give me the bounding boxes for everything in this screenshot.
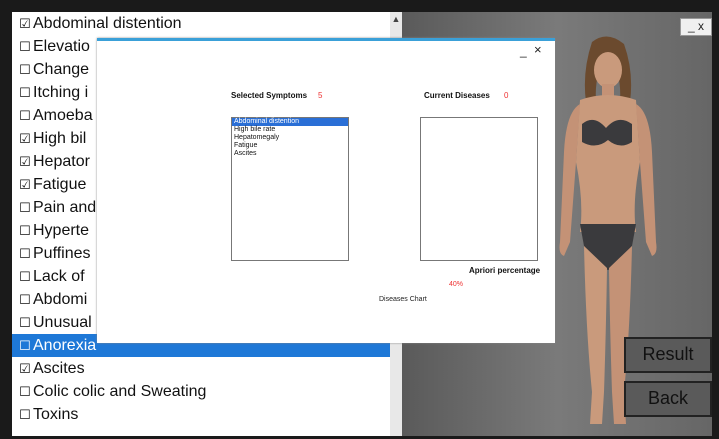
symptom-label: Itching i (33, 84, 89, 101)
checkbox-icon[interactable]: ☐ (19, 380, 31, 403)
checkbox-icon[interactable]: ☐ (19, 403, 31, 426)
symptom-label: High bil (33, 130, 87, 147)
minimize-button[interactable]: _ (520, 44, 527, 58)
symptom-label: Puffines (33, 245, 91, 262)
symptom-label: Change (33, 61, 90, 78)
back-button[interactable]: Back (624, 381, 712, 417)
diseases-count: 0 (504, 91, 509, 100)
selected-symptom-item[interactable]: Ascites (232, 150, 348, 158)
diseases-chart-label: Diseases Chart (379, 296, 427, 303)
symptom-item[interactable]: ☑ Abdominal distention (12, 12, 390, 35)
symptom-label: Amoeba (33, 107, 93, 124)
symptom-item[interactable]: ☑ Ascites (12, 357, 390, 380)
close-button[interactable]: × (534, 42, 542, 57)
checkbox-icon[interactable]: ☐ (19, 288, 31, 311)
selected-symptoms-dialog: _ × Selected Symptoms 5 Current Diseases… (97, 38, 555, 343)
checkbox-icon[interactable]: ☐ (19, 58, 31, 81)
checkbox-icon[interactable]: ☐ (19, 311, 31, 334)
scroll-up-icon[interactable]: ▲ (390, 14, 402, 24)
symptom-label: Elevatio (33, 38, 90, 55)
current-diseases-listbox[interactable] (420, 117, 538, 261)
selected-symptoms-label: Selected Symptoms (231, 91, 308, 100)
checkbox-checked-icon[interactable]: ☑ (19, 150, 31, 173)
checkbox-icon[interactable]: ☐ (19, 196, 31, 219)
symptom-label: Hepator (33, 153, 90, 170)
symptom-label: Unusual (33, 314, 92, 331)
symptom-label: Abdominal distention (33, 15, 182, 32)
checkbox-checked-icon[interactable]: ☑ (19, 357, 31, 380)
symptom-label: Lack of (33, 268, 85, 285)
symptom-label: Pain and (33, 199, 97, 216)
checkbox-icon[interactable]: ☐ (19, 242, 31, 265)
symptom-label: Ascites (33, 360, 85, 377)
symptom-label: Colic colic and Sweating (33, 383, 207, 400)
selected-symptoms-listbox[interactable]: Abdominal distention High bile rate Hepato… (231, 117, 349, 261)
symptom-label: Abdomi (33, 291, 88, 308)
checkbox-checked-icon[interactable]: ☑ (19, 12, 31, 35)
symptom-item[interactable]: ☐ Colic colic and Sweating (12, 380, 390, 403)
window-controls[interactable]: _ x (680, 18, 712, 36)
selected-symptom-item[interactable]: Hepatomegaly (232, 134, 348, 142)
checkbox-icon[interactable]: ☐ (19, 265, 31, 288)
apriori-value: 40% (449, 281, 464, 288)
checkbox-checked-icon[interactable]: ☑ (19, 127, 31, 150)
checkbox-icon[interactable]: ☐ (19, 35, 31, 58)
symptom-label: Hyperte (33, 222, 90, 239)
symptom-label: Toxins (33, 406, 79, 423)
checkbox-checked-icon[interactable]: ☑ (19, 173, 31, 196)
checkbox-icon[interactable]: ☐ (19, 334, 31, 357)
result-button[interactable]: Result (624, 337, 712, 373)
checkbox-icon[interactable]: ☐ (19, 81, 31, 104)
checkbox-icon[interactable]: ☐ (19, 104, 31, 127)
selected-symptom-item[interactable]: High bile rate (232, 126, 348, 134)
selected-symptom-item[interactable]: Fatigue (232, 142, 348, 150)
selected-symptom-item[interactable]: Abdominal distention (232, 118, 348, 126)
checkbox-icon[interactable]: ☐ (19, 219, 31, 242)
symptom-label: Anorexia (33, 337, 97, 354)
symptom-label: Fatigue (33, 176, 87, 193)
selected-count: 5 (318, 91, 323, 100)
symptom-item[interactable]: ☐ Toxins (12, 403, 390, 426)
current-diseases-label: Current Diseases (424, 91, 490, 100)
apriori-label: Apriori percentage (469, 266, 541, 275)
